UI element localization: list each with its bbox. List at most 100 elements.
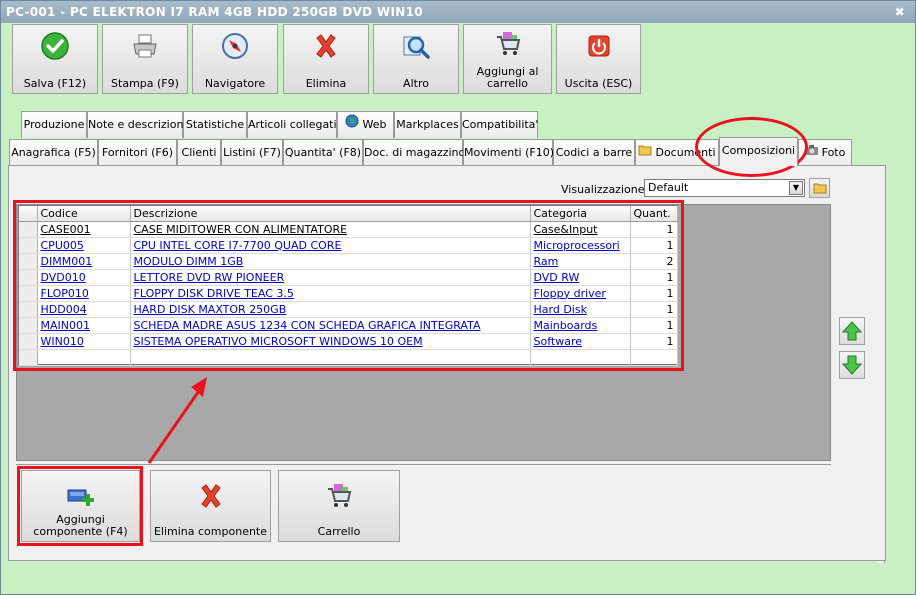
cell-codice[interactable]: DIMM001 <box>37 253 131 270</box>
delete-label: Elimina <box>305 77 347 90</box>
cell-empty[interactable] <box>37 349 131 366</box>
table-row[interactable]: CPU005 CPU INTEL CORE I7-7700 QUAD CORE Mi… <box>19 237 678 254</box>
cell-categoria[interactable]: Ram <box>530 253 631 270</box>
save-label: Salva (F12) <box>23 77 87 90</box>
tab-markplaces[interactable]: Markplaces <box>394 111 461 138</box>
folder-icon <box>638 140 652 166</box>
red-x-icon <box>311 31 341 61</box>
print-button[interactable]: Stampa (F9) <box>102 24 188 94</box>
header-categoria[interactable]: Categoria <box>530 206 631 222</box>
cell-empty[interactable] <box>130 349 531 366</box>
cell-descrizione[interactable]: FLOPPY DISK DRIVE TEAC 3.5 <box>130 285 531 302</box>
tab-composizioni[interactable]: Composizioni <box>719 137 798 166</box>
add-to-cart-label: Aggiungi al carrello <box>476 65 539 90</box>
close-icon[interactable]: ✖ <box>895 1 905 23</box>
cell-descrizione[interactable]: LETTORE DVD RW PIONEER <box>130 269 531 286</box>
header-descrizione[interactable]: Descrizione <box>130 206 531 222</box>
cell-codice[interactable]: CPU005 <box>37 237 131 254</box>
cell-codice[interactable]: WIN010 <box>37 333 131 350</box>
tab-quantita[interactable]: Quantita' (F8) <box>283 139 363 166</box>
tab-doc-magazzino[interactable]: Doc. di magazzino <box>363 139 465 166</box>
cell-quant: 2 <box>630 253 678 270</box>
cell-codice[interactable]: CASE001 <box>37 221 131 238</box>
tab-statistiche[interactable]: Statistiche <box>183 111 247 138</box>
window-title: PC-001 - PC ELEKTRON I7 RAM 4GB HDD 250G… <box>6 5 423 19</box>
add-to-cart-button[interactable]: Aggiungi al carrello <box>463 24 552 94</box>
delete-component-button[interactable]: Elimina componente <box>150 470 271 542</box>
delete-button[interactable]: Elimina <box>283 24 369 94</box>
cell-categoria[interactable]: DVD RW <box>530 269 631 286</box>
tab-clienti[interactable]: Clienti <box>177 139 221 166</box>
view-select[interactable]: Default ▼ <box>644 179 805 197</box>
exit-label: Uscita (ESC) <box>564 77 633 90</box>
arrow-down-icon <box>842 355 862 375</box>
table-row[interactable]: DIMM001 MODULO DIMM 1GB Ram 2 <box>19 253 678 270</box>
cell-descrizione[interactable]: HARD DISK MAXTOR 250GB <box>130 301 531 318</box>
row-indicator <box>19 237 38 254</box>
move-up-button[interactable] <box>839 317 865 345</box>
cell-categoria[interactable]: Mainboards <box>530 317 631 334</box>
cell-codice[interactable]: FLOP010 <box>37 285 131 302</box>
open-folder-button[interactable] <box>809 178 830 198</box>
move-down-button[interactable] <box>839 351 865 379</box>
cell-quant: 1 <box>630 317 678 334</box>
navigator-button[interactable]: Navigatore <box>192 24 278 94</box>
cell-categoria[interactable]: Hard Disk <box>530 301 631 318</box>
cell-empty[interactable] <box>530 349 631 366</box>
cell-codice[interactable]: HDD004 <box>37 301 131 318</box>
table-row[interactable]: CASE001 CASE MIDITOWER CON ALIMENTATORE Ca… <box>19 221 678 238</box>
tab-note-descrizioni[interactable]: Note e descrizioni <box>87 111 187 138</box>
cell-descrizione[interactable]: SISTEMA OPERATIVO MICROSOFT WINDOWS 10 O… <box>130 333 531 350</box>
add-component-icon <box>64 481 98 511</box>
camera-icon <box>805 140 819 166</box>
cell-descrizione[interactable]: SCHEDA MADRE ASUS 1234 CON SCHEDA GRAFIC… <box>130 317 531 334</box>
cell-categoria[interactable]: Microprocessori <box>530 237 631 254</box>
tab-foto[interactable]: Foto <box>798 139 852 166</box>
table-row[interactable]: MAIN001 SCHEDA MADRE ASUS 1234 CON SCHEDA… <box>19 317 678 334</box>
app-window: PC-001 - PC ELEKTRON I7 RAM 4GB HDD 250G… <box>0 0 916 595</box>
tab-web[interactable]: Web <box>337 111 394 138</box>
tab-anagrafica[interactable]: Anagrafica (F5) <box>9 139 98 166</box>
tab-fornitori[interactable]: Fornitori (F6) <box>98 139 177 166</box>
table-row[interactable]: WIN010 SISTEMA OPERATIVO MICROSOFT WINDOW… <box>19 333 678 350</box>
cell-empty[interactable] <box>630 349 678 366</box>
table-row[interactable]: HDD004 HARD DISK MAXTOR 250GB Hard Disk 1 <box>19 301 678 318</box>
cell-categoria[interactable]: Case&Input <box>530 221 631 238</box>
cell-descrizione[interactable]: CASE MIDITOWER CON ALIMENTATORE <box>130 221 531 238</box>
tab-codici-barre[interactable]: Codici a barre <box>553 139 635 166</box>
tab-movimenti[interactable]: Movimenti (F10) <box>463 139 554 166</box>
row-indicator <box>19 301 38 318</box>
cell-codice[interactable]: DVD010 <box>37 269 131 286</box>
header-codice[interactable]: Codice <box>37 206 131 222</box>
cell-codice[interactable]: MAIN001 <box>37 317 131 334</box>
table-row[interactable]: DVD010 LETTORE DVD RW PIONEER DVD RW 1 <box>19 269 678 286</box>
other-button[interactable]: Altro <box>373 24 459 94</box>
cell-categoria[interactable]: Software <box>530 333 631 350</box>
cell-quant: 1 <box>630 285 678 302</box>
tab-compatibilita[interactable]: Compatibilita' <box>461 111 538 138</box>
cell-descrizione[interactable]: MODULO DIMM 1GB <box>130 253 531 270</box>
row-indicator <box>19 333 38 350</box>
add-component-label: Aggiungi componente (F4) <box>33 513 128 538</box>
cart-button[interactable]: Carrello <box>278 470 400 542</box>
add-component-button[interactable]: Aggiungi componente (F4) <box>21 470 140 542</box>
tab-listini[interactable]: Listini (F7) <box>221 139 283 166</box>
header-quant[interactable]: Quant. <box>630 206 678 222</box>
exit-button[interactable]: Uscita (ESC) <box>556 24 641 94</box>
cell-descrizione[interactable]: CPU INTEL CORE I7-7700 QUAD CORE <box>130 237 531 254</box>
compass-icon <box>220 31 250 61</box>
tab-documenti[interactable]: Documenti <box>635 139 719 166</box>
components-grid[interactable]: Codice Descrizione Categoria Quant. CASE… <box>18 205 678 366</box>
table-row-empty[interactable] <box>19 349 678 366</box>
checkmark-icon <box>40 31 70 61</box>
arrow-up-icon <box>842 321 862 341</box>
navigator-label: Navigatore <box>204 77 266 90</box>
tab-foto-label: Foto <box>821 146 846 159</box>
cart-icon <box>493 29 523 59</box>
save-button[interactable]: Salva (F12) <box>12 24 98 94</box>
title-bar: PC-001 - PC ELEKTRON I7 RAM 4GB HDD 250G… <box>1 1 915 23</box>
cell-categoria[interactable]: Floppy driver <box>530 285 631 302</box>
table-row[interactable]: FLOP010 FLOPPY DISK DRIVE TEAC 3.5 Floppy … <box>19 285 678 302</box>
tab-articoli-collegati[interactable]: Articoli collegati <box>247 111 337 138</box>
tab-produzione[interactable]: Produzione <box>21 111 87 138</box>
